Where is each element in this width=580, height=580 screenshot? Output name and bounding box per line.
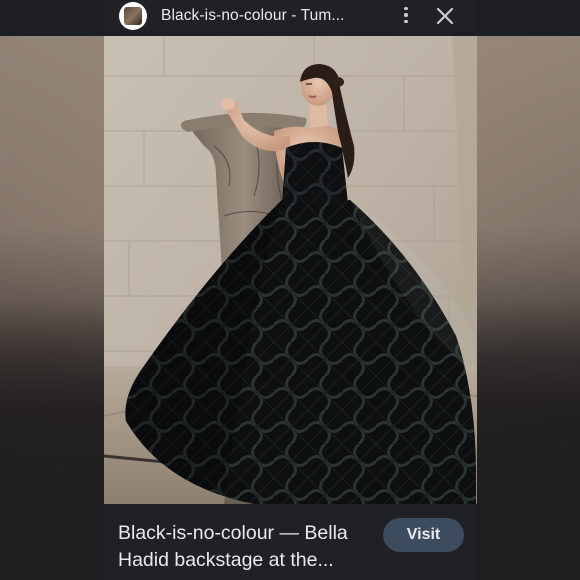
site-favicon-icon[interactable]: [119, 2, 147, 30]
menu-dot: [404, 13, 408, 17]
menu-dot: [404, 6, 408, 11]
photo-illustration: [104, 36, 477, 504]
preview-image[interactable]: [104, 36, 477, 504]
close-icon[interactable]: [433, 4, 457, 28]
site-title[interactable]: Black-is-no-colour - Tum...: [161, 7, 369, 25]
image-caption[interactable]: Black-is-no-colour — Bella Hadid backsta…: [118, 520, 368, 574]
preview-header: Black-is-no-colour - Tum...: [104, 0, 477, 32]
caption-bar: Black-is-no-colour — Bella Hadid backsta…: [104, 504, 477, 580]
menu-dot: [404, 19, 408, 24]
more-vert-icon[interactable]: [394, 3, 418, 27]
visit-button[interactable]: Visit: [383, 518, 464, 552]
favicon-image: [124, 7, 142, 25]
